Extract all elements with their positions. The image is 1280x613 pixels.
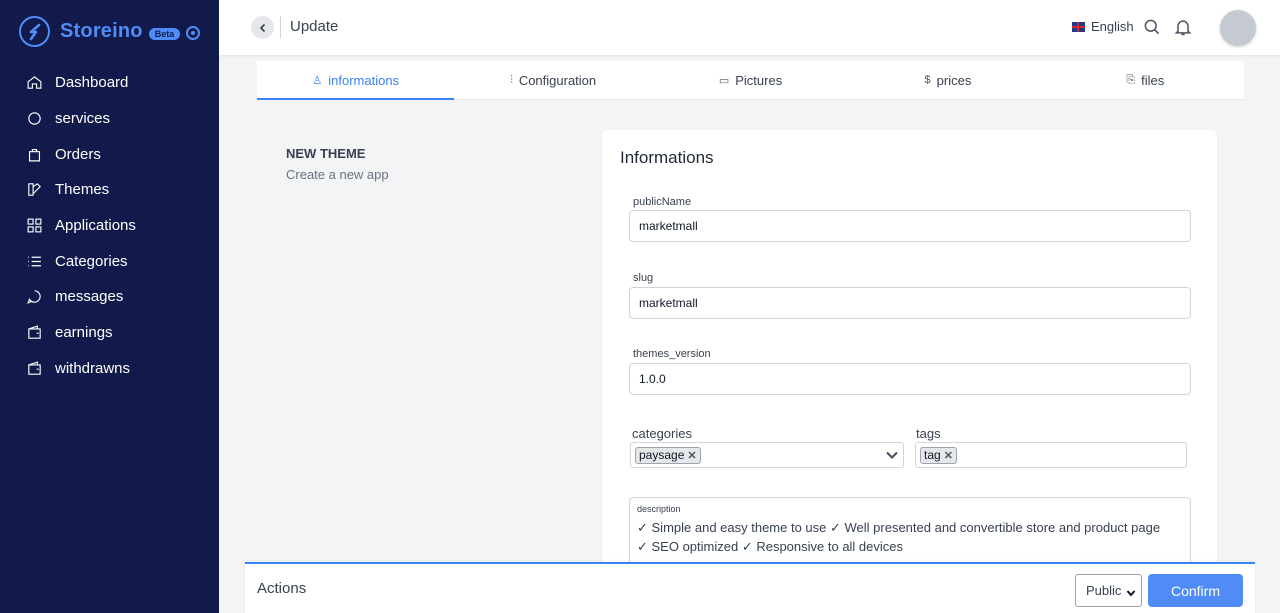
tab-label: Configuration [518,72,597,88]
chevron-down-icon [1126,586,1136,597]
sidebar-item-label: Themes [55,181,110,199]
slug-label: slug [633,272,654,284]
sidebar-item-themes[interactable]: Themes [0,172,219,208]
uk-flag-icon [1072,21,1085,32]
sidebar-item-label: withdrawns [55,359,131,377]
sidebar-item-label: Orders [55,145,101,163]
chevron-down-icon[interactable] [885,448,899,462]
description-line: ✓ Simple and easy theme to use ✓ Well pr… [637,520,1161,535]
sidebar-item-categories[interactable]: Categories [0,243,219,279]
tag-chip: tag ✕ [920,446,957,464]
categories-select[interactable]: paysage ✕ [630,442,904,468]
tab-files[interactable]: ⎘ files [1047,61,1244,99]
public-name-input[interactable]: marketmall [629,210,1191,242]
actions-label: Actions [257,580,307,597]
user-icon: ♙ [312,74,323,87]
version-label: themes_version [633,348,711,360]
dollar-icon: $ [924,74,931,86]
visibility-value: Public [1086,583,1122,598]
wallet-icon [28,325,41,339]
tags-input[interactable]: tag ✕ [915,442,1187,468]
sidebar-item-label: services [55,110,111,128]
brand-name: Storeino [60,20,143,42]
brand[interactable]: Storeino Beta [19,16,201,47]
list-icon [28,256,41,267]
search-icon[interactable] [1142,17,1162,37]
wallet-icon [28,361,41,375]
sliders-icon: ⫶ [510,73,513,86]
public-name-label: publicName [633,196,692,208]
version-input[interactable]: 1.0.0 [629,363,1191,395]
confirm-button[interactable]: Confirm [1148,574,1243,607]
tab-informations[interactable]: ♙ informations [257,61,455,100]
sidebar-item-orders[interactable]: Orders [0,136,219,172]
avatar[interactable] [1220,10,1256,46]
slug-input[interactable]: marketmall [629,287,1191,319]
description-text: ✓ Simple and easy theme to use ✓ Well pr… [637,518,1183,556]
grid-icon [27,218,42,233]
sidebar-item-withdrawns[interactable]: withdrawns [0,351,219,387]
sidebar-item-label: Dashboard [55,74,129,92]
description-label: description [637,504,681,514]
tab-configuration[interactable]: ⫶ Configuration [454,61,651,99]
page-title: Update [290,18,339,35]
storeino-logo-icon [19,16,50,47]
sidebar-item-messages[interactable]: messages [0,279,219,315]
sidebar-nav: Dashboard services Orders Themes Applica… [0,65,219,386]
sidebar-item-label: earnings [55,324,113,342]
circle-icon [28,112,41,125]
section-title: NEW THEME [286,146,366,161]
beta-badge: Beta [148,27,181,40]
tab-label: informations [328,72,400,88]
sidebar-item-label: Categories [55,252,128,270]
chip-label: tag [924,448,941,462]
sidebar-item-services[interactable]: services [0,101,219,137]
categories-label: categories [632,426,692,441]
home-icon [27,76,42,90]
remove-chip-icon[interactable]: ✕ [944,449,953,462]
target-icon[interactable] [186,25,201,40]
chevron-left-icon [259,23,265,32]
tab-label: Pictures [735,72,783,88]
tags-label: tags [916,426,941,441]
section-subtitle: Create a new app [286,167,389,182]
bag-icon [28,148,41,162]
tab-pictures[interactable]: ▭ Pictures [652,61,849,99]
image-icon: ▭ [718,74,730,87]
theme-icon [28,183,41,197]
sidebar-item-earnings[interactable]: earnings [0,315,219,351]
chip-label: paysage [639,448,685,462]
bell-icon[interactable] [1173,17,1193,37]
remove-chip-icon[interactable]: ✕ [687,449,696,462]
sidebar-item-label: messages [55,288,124,306]
tab-prices[interactable]: $ prices [849,61,1046,99]
top-header: Update English [219,0,1280,55]
description-line: ✓ SEO optimized ✓ Responsive to all devi… [637,539,904,554]
file-icon: ⎘ [1126,73,1136,86]
tab-bar: ♙ informations ⫶ Configuration ▭ Picture… [257,61,1244,100]
chat-icon [27,290,41,305]
tab-label: prices [936,72,972,88]
header-divider [280,16,281,38]
language-selector[interactable]: English [1072,19,1134,34]
sidebar-item-applications[interactable]: Applications [0,208,219,244]
sidebar-item-dashboard[interactable]: Dashboard [0,65,219,101]
visibility-select[interactable]: Public [1075,574,1142,607]
back-button[interactable] [251,16,274,39]
card-title: Informations [620,148,714,167]
tab-label: files [1141,72,1165,88]
sidebar-item-label: Applications [55,217,136,235]
actions-bar: Actions Public Confirm [245,562,1255,613]
informations-card: Informations publicName marketmall slug … [602,130,1217,577]
category-chip: paysage ✕ [635,446,701,464]
language-label: English [1091,19,1134,34]
sidebar: Storeino Beta Dashboard services Orders … [0,0,219,613]
